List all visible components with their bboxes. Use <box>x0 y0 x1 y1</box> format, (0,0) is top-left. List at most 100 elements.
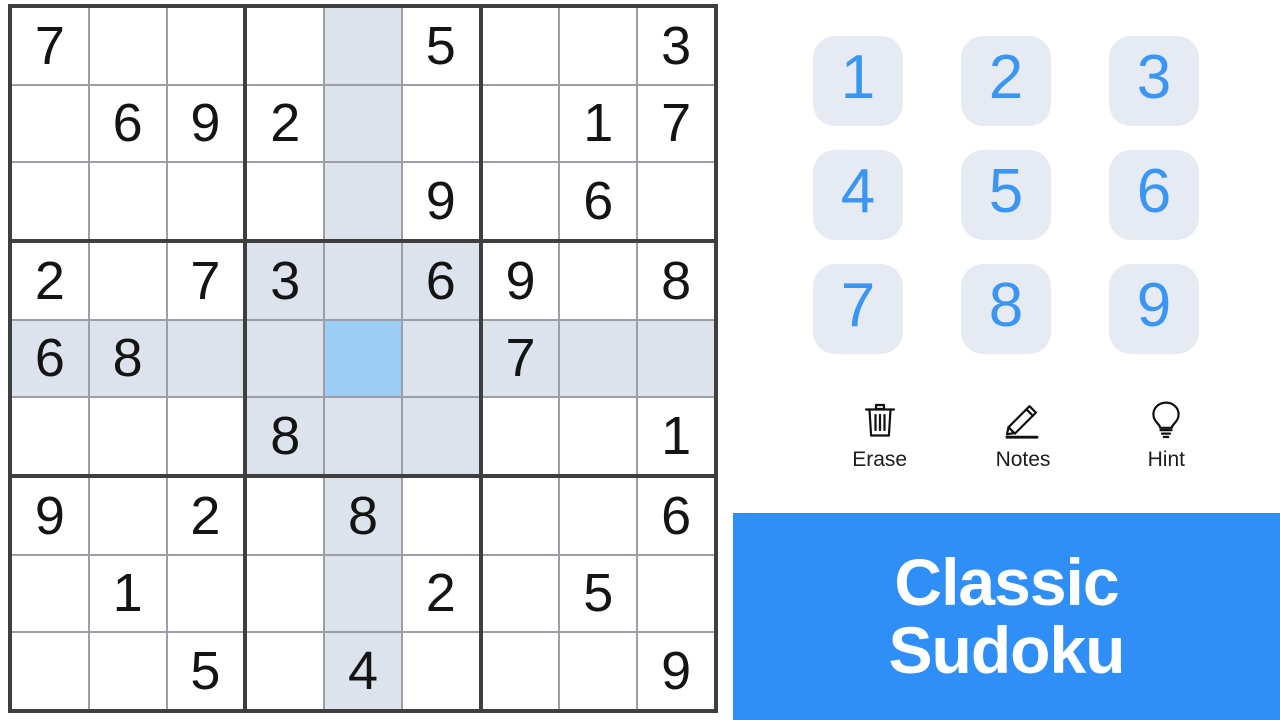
sudoku-cell-r9c6[interactable] <box>402 633 479 709</box>
sudoku-cell-r8c1[interactable] <box>12 555 88 632</box>
sudoku-cell-r6c1[interactable] <box>12 398 88 474</box>
sudoku-cell-r7c4[interactable] <box>247 478 324 554</box>
sudoku-cell-r6c5[interactable] <box>325 398 401 474</box>
sudoku-cell-r7c6[interactable] <box>402 478 479 554</box>
sudoku-cell-r9c1[interactable] <box>12 633 88 709</box>
sudoku-cell-r2c5[interactable] <box>325 85 401 162</box>
sudoku-cell-r4c2[interactable] <box>89 243 166 319</box>
sudoku-cell-r1c5[interactable] <box>325 8 401 84</box>
sudoku-cell-r4c7[interactable]: 9 <box>482 243 559 319</box>
numpad-key-6[interactable]: 6 <box>1109 150 1199 240</box>
erase-button[interactable]: Erase <box>808 398 951 470</box>
sudoku-cell-r6c4[interactable]: 8 <box>247 398 324 474</box>
numpad-key-7[interactable]: 7 <box>813 264 903 354</box>
sudoku-cell-r3c5[interactable] <box>325 163 401 239</box>
sudoku-cell-r8c5[interactable] <box>325 555 401 632</box>
action-bar[interactable]: Erase Notes Hint <box>808 398 1238 470</box>
sudoku-cell-r2c7[interactable] <box>482 85 559 162</box>
sudoku-cell-r5c8[interactable] <box>560 320 637 397</box>
cell-digit: 1 <box>661 406 692 467</box>
numpad-key-4[interactable]: 4 <box>813 150 903 240</box>
sudoku-cell-r2c2[interactable]: 6 <box>89 85 166 162</box>
sudoku-cell-r3c3[interactable] <box>167 163 244 239</box>
sudoku-cell-r2c1[interactable] <box>12 85 88 162</box>
sudoku-cell-r4c1[interactable]: 2 <box>12 243 88 319</box>
sudoku-cell-r4c9[interactable]: 8 <box>638 243 714 319</box>
sudoku-cell-r3c6[interactable]: 9 <box>402 163 479 239</box>
numpad-key-9[interactable]: 9 <box>1109 264 1199 354</box>
sudoku-cell-r5c1[interactable]: 6 <box>12 320 88 397</box>
sudoku-cell-r1c3[interactable] <box>167 8 244 84</box>
sudoku-cell-r8c2[interactable]: 1 <box>89 555 166 632</box>
sudoku-cell-r9c3[interactable]: 5 <box>167 633 244 709</box>
sudoku-cell-r6c3[interactable] <box>167 398 244 474</box>
sudoku-cell-r3c4[interactable] <box>247 163 324 239</box>
sudoku-cell-r5c3[interactable] <box>167 320 244 397</box>
sudoku-cell-r2c3[interactable]: 9 <box>167 85 244 162</box>
sudoku-cell-r7c3[interactable]: 2 <box>167 478 244 554</box>
sudoku-cell-r1c9[interactable]: 3 <box>638 8 714 84</box>
sudoku-cell-r4c5[interactable] <box>325 243 401 319</box>
sudoku-cell-r8c8[interactable]: 5 <box>560 555 637 632</box>
sudoku-cell-r8c3[interactable] <box>167 555 244 632</box>
sudoku-cell-r7c5[interactable]: 8 <box>325 478 401 554</box>
sudoku-cell-r6c7[interactable] <box>482 398 559 474</box>
sudoku-cell-r4c8[interactable] <box>560 243 637 319</box>
numpad-key-3[interactable]: 3 <box>1109 36 1199 126</box>
sudoku-cell-r5c4[interactable] <box>247 320 324 397</box>
sudoku-cell-r5c2[interactable]: 8 <box>89 320 166 397</box>
numpad-key-5[interactable]: 5 <box>961 150 1051 240</box>
sudoku-cell-r8c4[interactable] <box>247 555 324 632</box>
sudoku-cell-r3c1[interactable] <box>12 163 88 239</box>
sudoku-cell-r4c3[interactable]: 7 <box>167 243 244 319</box>
sudoku-cell-r9c5[interactable]: 4 <box>325 633 401 709</box>
sudoku-cell-r5c6[interactable] <box>402 320 479 397</box>
sudoku-cell-r3c7[interactable] <box>482 163 559 239</box>
sudoku-cell-r3c2[interactable] <box>89 163 166 239</box>
sudoku-cell-r5c7[interactable]: 7 <box>482 320 559 397</box>
sudoku-cell-r4c6[interactable]: 6 <box>402 243 479 319</box>
sudoku-cell-r2c6[interactable] <box>402 85 479 162</box>
sudoku-board[interactable]: 7695293176276836898719215824659 <box>8 4 718 713</box>
sudoku-cell-r9c4[interactable] <box>247 633 324 709</box>
sudoku-cell-r5c9[interactable] <box>638 320 714 397</box>
sudoku-cell-r6c6[interactable] <box>402 398 479 474</box>
sudoku-cell-r2c8[interactable]: 1 <box>560 85 637 162</box>
sudoku-cell-r6c9[interactable]: 1 <box>638 398 714 474</box>
sudoku-cell-r8c7[interactable] <box>482 555 559 632</box>
sudoku-cell-r2c9[interactable]: 7 <box>638 85 714 162</box>
sudoku-cell-r7c7[interactable] <box>482 478 559 554</box>
sudoku-cell-r7c2[interactable] <box>89 478 166 554</box>
numpad-key-2[interactable]: 2 <box>961 36 1051 126</box>
sudoku-cell-r3c8[interactable]: 6 <box>560 163 637 239</box>
sudoku-cell-r2c4[interactable]: 2 <box>247 85 324 162</box>
notes-button[interactable]: Notes <box>951 398 1094 470</box>
sudoku-cell-r1c8[interactable] <box>560 8 637 84</box>
sudoku-cell-r1c4[interactable] <box>247 8 324 84</box>
sudoku-cell-r1c1[interactable]: 7 <box>12 8 88 84</box>
sudoku-box: 3176 <box>482 8 714 239</box>
sudoku-cell-r8c9[interactable] <box>638 555 714 632</box>
sudoku-cell-r6c8[interactable] <box>560 398 637 474</box>
app-title-banner[interactable]: Classic Sudoku <box>733 513 1280 720</box>
numpad-key-8[interactable]: 8 <box>961 264 1051 354</box>
sudoku-cell-r3c9[interactable] <box>638 163 714 239</box>
sudoku-cell-r9c8[interactable] <box>560 633 637 709</box>
sudoku-cell-r7c8[interactable] <box>560 478 637 554</box>
sudoku-cell-r9c2[interactable] <box>89 633 166 709</box>
sudoku-cell-r7c9[interactable]: 6 <box>638 478 714 554</box>
sudoku-cell-r4c4[interactable]: 3 <box>247 243 324 319</box>
sudoku-cell-r1c7[interactable] <box>482 8 559 84</box>
sudoku-cell-r9c9[interactable]: 9 <box>638 633 714 709</box>
sudoku-cell-r1c2[interactable] <box>89 8 166 84</box>
numpad-key-1[interactable]: 1 <box>813 36 903 126</box>
sudoku-cell-r9c7[interactable] <box>482 633 559 709</box>
sudoku-cell-r7c1[interactable]: 9 <box>12 478 88 554</box>
sudoku-cell-r8c6[interactable]: 2 <box>402 555 479 632</box>
number-pad[interactable]: 123 456 789 <box>813 36 1231 354</box>
sudoku-cell-r6c2[interactable] <box>89 398 166 474</box>
erase-label: Erase <box>852 448 908 471</box>
hint-button[interactable]: Hint <box>1095 398 1238 470</box>
sudoku-cell-r5c5[interactable] <box>325 320 401 397</box>
sudoku-cell-r1c6[interactable]: 5 <box>402 8 479 84</box>
